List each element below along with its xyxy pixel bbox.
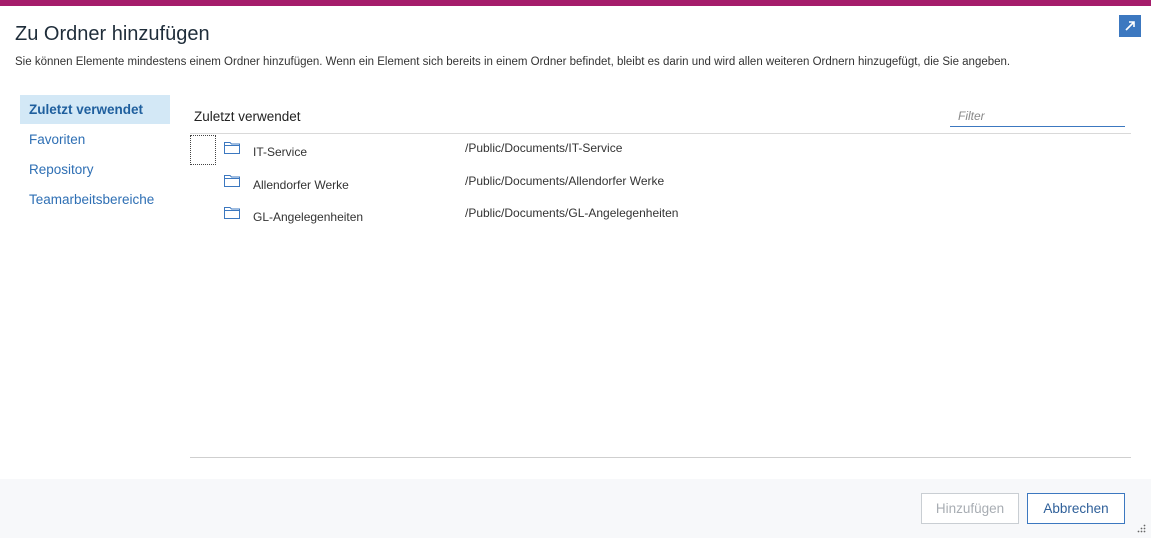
resize-grip-icon[interactable] — [1136, 523, 1146, 533]
sidebar-item-repository[interactable]: Repository — [20, 155, 170, 184]
dialog-description: Sie können Elemente mindestens einem Ord… — [15, 56, 1011, 68]
expand-icon — [1125, 21, 1135, 31]
row-path: /Public/Documents/IT-Service — [465, 141, 623, 155]
filter-input[interactable] — [950, 106, 1125, 126]
expand-button[interactable] — [1119, 15, 1141, 37]
list-bottom-divider — [190, 457, 1131, 458]
dialog-accent-bar — [0, 0, 1151, 6]
dialog-title: Zu Ordner hinzufügen — [15, 23, 210, 45]
row-name: Allendorfer Werke — [253, 178, 349, 192]
list-item[interactable]: GL-Angelegenheiten /Public/Documents/GL-… — [190, 199, 1131, 231]
list-item[interactable]: IT-Service /Public/Documents/IT-Service — [190, 134, 1131, 166]
sidebar-item-zuletzt-verwendet[interactable]: Zuletzt verwendet — [20, 95, 170, 124]
content-header: Zuletzt verwendet — [194, 109, 301, 124]
cancel-button[interactable]: Abbrechen — [1027, 493, 1125, 524]
sidebar: Zuletzt verwendet Favoriten Repository T… — [20, 95, 170, 215]
list-item[interactable]: Allendorfer Werke /Public/Documents/Alle… — [190, 167, 1131, 199]
folder-icon — [224, 207, 240, 219]
row-name: IT-Service — [253, 145, 308, 159]
folder-icon — [224, 142, 240, 154]
sidebar-item-teamarbeitsbereiche[interactable]: Teamarbeitsbereiche — [20, 185, 170, 214]
row-focus-indicator — [190, 135, 216, 165]
filter-field — [950, 106, 1125, 127]
add-button[interactable]: Hinzufügen — [921, 493, 1019, 524]
folder-icon — [224, 175, 240, 187]
row-name: GL-Angelegenheiten — [253, 210, 364, 224]
row-path: /Public/Documents/Allendorfer Werke — [465, 174, 665, 188]
row-path: /Public/Documents/GL-Angelegenheiten — [465, 206, 679, 220]
sidebar-item-favoriten[interactable]: Favoriten — [20, 125, 170, 154]
